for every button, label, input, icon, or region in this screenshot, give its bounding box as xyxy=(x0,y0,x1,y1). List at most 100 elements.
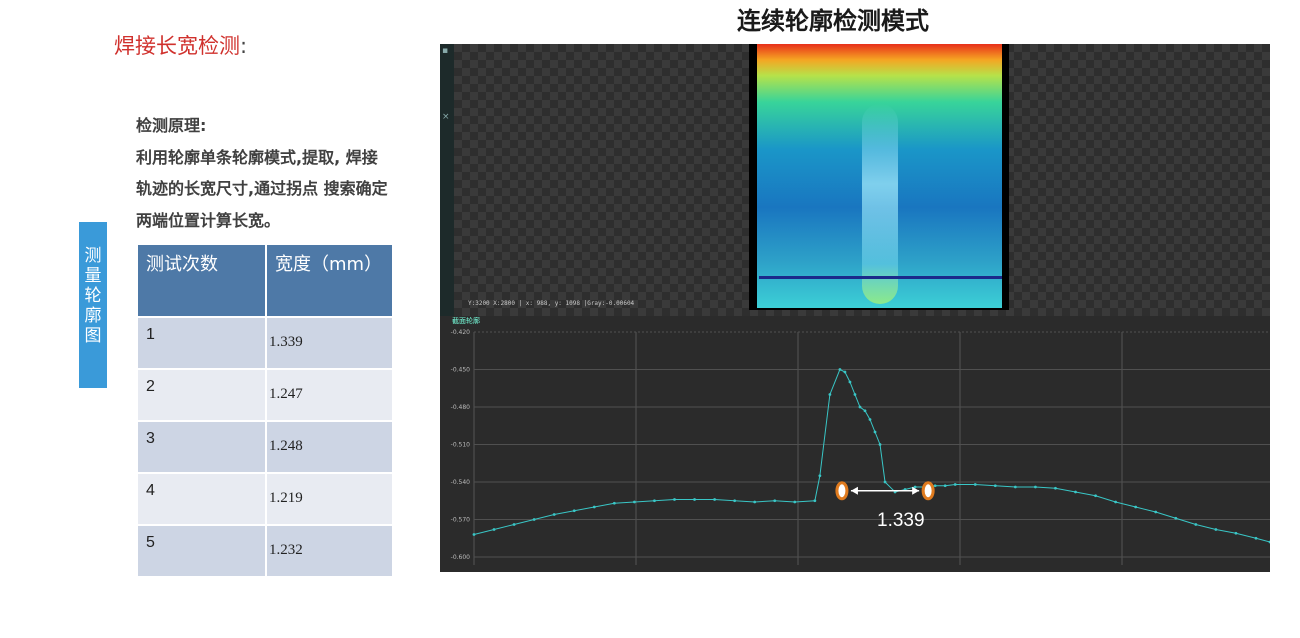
side-tab-char: 图 xyxy=(84,326,102,346)
table-row: 1 1.339 xyxy=(138,318,392,368)
profile-point xyxy=(1234,531,1238,535)
profile-point xyxy=(878,443,882,446)
row-index: 5 xyxy=(138,526,265,576)
profile-point xyxy=(1013,485,1017,489)
side-tab-char: 测 xyxy=(84,246,102,266)
results-table: 测试次数 宽度（mm） 1 1.339 2 1.247 3 1.248 4 1.… xyxy=(136,243,394,578)
y-tick-label: -0.480 xyxy=(451,404,471,411)
profile-point xyxy=(873,430,877,434)
row-width-value: 1.339 xyxy=(267,318,392,368)
profile-point xyxy=(572,509,576,513)
pin-icon[interactable]: ▪ xyxy=(442,46,452,56)
table-row: 4 1.219 xyxy=(138,474,392,524)
row-index: 3 xyxy=(138,422,265,472)
viewer-toolbar: ▪ × xyxy=(440,44,454,316)
table-row: 3 1.248 xyxy=(138,422,392,472)
profile-point xyxy=(1254,536,1258,540)
profile-point xyxy=(973,483,977,486)
profile-point xyxy=(828,393,832,396)
width-measurement-label: 1.339 xyxy=(877,510,925,531)
y-tick-label: -0.570 xyxy=(451,517,471,524)
profile-point xyxy=(472,533,476,536)
profile-point xyxy=(552,513,556,516)
header-test-count: 测试次数 xyxy=(138,245,265,316)
software-screenshot: ▪ × Y:3200 X:2800 | x: 988, y: 1098 |Gra… xyxy=(440,44,1270,572)
profile-point xyxy=(592,505,596,509)
viewer-status-text: Y:3200 X:2800 | x: 988, y: 1098 |Gray:-0… xyxy=(468,300,635,307)
profile-point xyxy=(1114,500,1118,504)
profile-point xyxy=(733,499,737,503)
side-tab-char: 量 xyxy=(84,266,102,286)
header-width: 宽度（mm） xyxy=(267,245,392,316)
side-tab-char: 轮 xyxy=(84,286,102,306)
row-width-value: 1.219 xyxy=(267,474,392,524)
profile-point xyxy=(1174,516,1178,520)
profile-point xyxy=(653,499,656,503)
profile-point xyxy=(1194,523,1198,526)
principle-text: 检测原理: 利用轮廓单条轮廓模式,提取, 焊接 轨迹的长宽尺寸,通过拐点 搜索确… xyxy=(136,110,436,236)
profile-point xyxy=(793,500,797,504)
close-icon[interactable]: × xyxy=(442,112,452,122)
profile-point xyxy=(993,484,997,488)
profile-point xyxy=(818,474,822,478)
chart-background xyxy=(440,324,1270,572)
image-viewer[interactable]: Y:3200 X:2800 | x: 988, y: 1098 |Gray:-0… xyxy=(454,44,1270,316)
heightmap-image xyxy=(749,44,1009,310)
profile-point xyxy=(532,518,536,521)
profile-point xyxy=(1154,510,1158,514)
table-row: 5 1.232 xyxy=(138,526,392,576)
profile-point xyxy=(1034,485,1037,489)
y-tick-label: -0.540 xyxy=(451,479,471,486)
y-tick-label: -0.510 xyxy=(451,442,471,449)
principle-line-1: 利用轮廓单条轮廓模式,提取, 焊接 xyxy=(136,147,378,167)
row-width-value: 1.248 xyxy=(267,422,392,472)
profile-point xyxy=(883,480,887,484)
profile-chart-svg: -0.420 -0.450 -0.480 -0.510 -0.540 -0.570 -0.6… xyxy=(440,324,1270,572)
profile-scan-line[interactable] xyxy=(759,276,1002,279)
row-width-value: 1.247 xyxy=(267,370,392,420)
profile-point xyxy=(863,409,867,413)
row-index: 2 xyxy=(138,370,265,420)
profile-point xyxy=(773,499,777,503)
section-title-colon: : xyxy=(240,34,248,58)
profile-point xyxy=(848,380,852,384)
side-tab-char: 廓 xyxy=(84,306,102,326)
row-index: 4 xyxy=(138,474,265,524)
table-header-row: 测试次数 宽度（mm） xyxy=(138,245,392,316)
profile-point xyxy=(753,500,757,504)
profile-point xyxy=(633,500,636,504)
profile-point xyxy=(1054,486,1057,490)
main-title: 连续轮廓检测模式 xyxy=(737,7,929,35)
side-tab-measure-profile[interactable]: 测 量 轮 廓 图 xyxy=(79,222,107,388)
y-tick-label: -0.600 xyxy=(451,554,471,561)
section-title: 焊接长宽检测: xyxy=(114,30,247,60)
profile-point xyxy=(943,484,947,488)
profile-point xyxy=(492,528,496,531)
table-row: 2 1.247 xyxy=(138,370,392,420)
principle-line-2: 轨迹的长宽尺寸,通过拐点 搜索确定 xyxy=(136,179,388,198)
profile-point xyxy=(933,484,937,488)
y-tick-label: -0.450 xyxy=(451,367,471,374)
profile-chart: -0.420 -0.450 -0.480 -0.510 -0.540 -0.570 -0.6… xyxy=(440,324,1270,572)
profile-point xyxy=(953,483,957,486)
principle-heading: 检测原理: xyxy=(136,116,207,135)
profile-point xyxy=(612,501,616,505)
profile-point xyxy=(673,498,676,501)
edge-marker xyxy=(835,481,849,501)
weld-seam xyxy=(862,104,898,304)
principle-line-3: 两端位置计算长宽。 xyxy=(136,210,281,230)
profile-point xyxy=(512,523,516,526)
section-title-text: 焊接长宽检测 xyxy=(114,34,240,58)
edge-marker xyxy=(921,481,935,501)
profile-point xyxy=(693,498,696,501)
profile-point xyxy=(713,498,717,501)
profile-point xyxy=(868,418,872,421)
row-width-value: 1.232 xyxy=(267,526,392,576)
profile-point xyxy=(853,393,857,396)
profile-point xyxy=(813,499,817,503)
y-tick-label: -0.420 xyxy=(451,329,471,336)
profile-point xyxy=(1214,528,1218,531)
profile-point xyxy=(843,370,847,374)
profile-point xyxy=(858,405,862,409)
profile-point xyxy=(1094,494,1097,498)
